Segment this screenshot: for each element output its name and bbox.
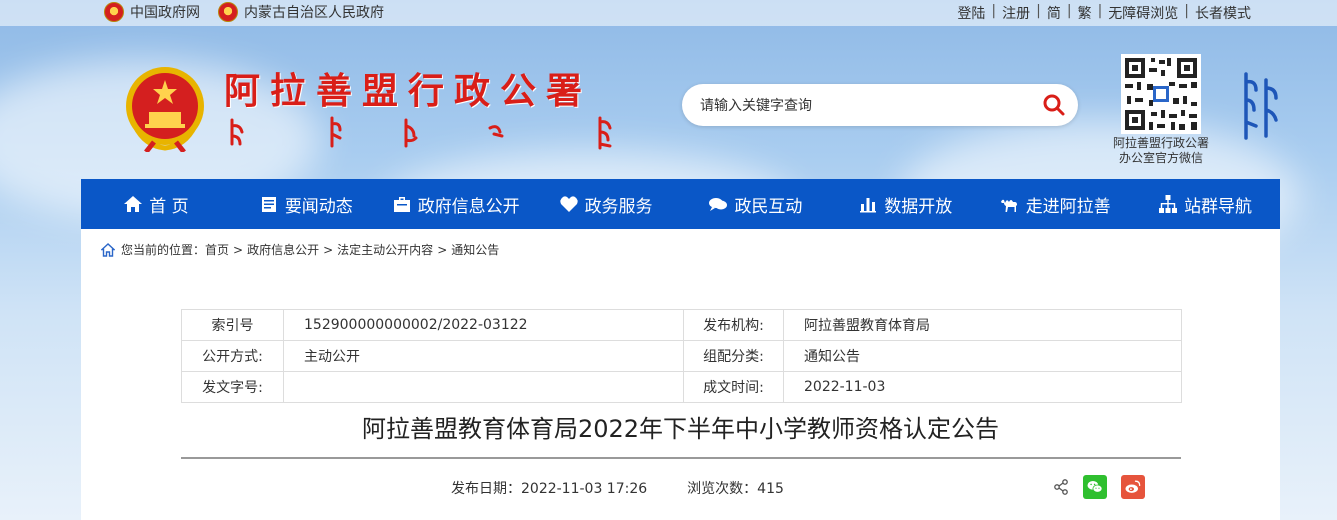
meta-label: 索引号 <box>181 309 284 341</box>
nav-services[interactable]: 政务服务 <box>531 179 681 229</box>
site-title: 阿拉善盟行政公署 <box>224 70 593 112</box>
top-links-right: 登陆 | 注册 | 简 | 繁 | 无障碍浏览 | 长者模式 <box>957 3 1251 23</box>
meta-value: 阿拉善盟教育体育局 <box>783 309 1182 341</box>
link-inner-mongolia-gov[interactable]: 内蒙古自治区人民政府 <box>218 2 384 22</box>
camel-icon <box>1000 199 1017 212</box>
document-meta-table: 索引号 152900000000002/2022-03122 发布机构: 阿拉善… <box>181 309 1182 403</box>
share-icon <box>1054 479 1068 495</box>
title-divider <box>181 457 1181 459</box>
wechat-qr-code <box>1121 54 1201 134</box>
nav-label: 走进阿拉善 <box>1025 196 1111 217</box>
search-icon[interactable] <box>1042 93 1066 117</box>
publish-date: 发布日期：2022-11-03 17:26 <box>451 481 648 497</box>
table-row: 公开方式: 主动公开 组配分类: 通知公告 <box>181 340 1182 372</box>
national-emblem-icon <box>104 2 124 22</box>
meta-value: 主动公开 <box>283 340 684 372</box>
nav-about-alxa[interactable]: 走进阿拉善 <box>980 179 1130 229</box>
home-icon <box>124 196 143 212</box>
qr-caption-line: 办公室官方微信 <box>1118 151 1203 165</box>
qr-caption: 阿拉善盟行政公署 办公室官方微信 <box>1104 136 1218 166</box>
accessibility-link[interactable]: 无障碍浏览 <box>1108 3 1178 23</box>
meta-label: 成文时间: <box>683 371 784 403</box>
top-links-left: 中国政府网 内蒙古自治区人民政府 <box>104 2 402 22</box>
breadcrumb-item[interactable]: 首页 <box>205 241 229 258</box>
sitemap-icon <box>1159 195 1178 213</box>
breadcrumb-item[interactable]: 通知公告 <box>451 241 499 258</box>
table-row: 发文字号: 成文时间: 2022-11-03 <box>181 371 1182 403</box>
meta-value: 通知公告 <box>783 340 1182 372</box>
meta-label: 发布机构: <box>683 309 784 341</box>
meta-value: 152900000000002/2022-03122 <box>283 309 684 341</box>
mongolian-script-logo <box>1244 72 1278 140</box>
table-row: 索引号 152900000000002/2022-03122 发布机构: 阿拉善… <box>181 309 1182 341</box>
breadcrumb-item[interactable]: 政府信息公开 <box>247 241 319 258</box>
share-weibo-button[interactable] <box>1121 475 1145 499</box>
nav-label: 首 页 <box>149 196 189 217</box>
meta-label: 发文字号: <box>181 371 284 403</box>
link-label: 中国政府网 <box>130 5 200 21</box>
nav-label: 政民互动 <box>734 196 803 217</box>
qr-caption-line: 阿拉善盟行政公署 <box>1112 136 1209 150</box>
meta-value: 2022-11-03 <box>783 371 1182 403</box>
breadcrumb-prefix: 您当前的位置： <box>121 243 206 257</box>
main-nav: 首 页 要闻动态 政府信息公开 政务服务 政民互动 数据开放 走进阿拉善 站群导… <box>81 179 1280 229</box>
weibo-icon <box>1125 480 1141 493</box>
home-icon <box>101 242 115 257</box>
search-input[interactable] <box>698 94 1032 118</box>
nav-gov-info[interactable]: 政府信息公开 <box>381 179 531 229</box>
national-emblem-icon <box>218 2 238 22</box>
document-title: 阿拉善盟教育体育局2022年下半年中小学教师资格认定公告 <box>361 415 1000 443</box>
simplified-link[interactable]: 简 <box>1047 3 1061 23</box>
mongolian-script-logo <box>230 116 612 150</box>
nav-open-data[interactable]: 数据开放 <box>830 179 980 229</box>
register-link[interactable]: 注册 <box>1002 3 1030 23</box>
nav-home[interactable]: 首 页 <box>81 179 231 229</box>
document-info: 发布日期：2022-11-03 17:26 浏览次数：415 <box>451 478 824 498</box>
info-icon <box>393 197 410 212</box>
national-emblem-logo <box>126 67 204 152</box>
breadcrumb: 您当前的位置： 首页 > 政府信息公开 > 法定主动公开内容 > 通知公告 <box>101 241 499 258</box>
nav-label: 政府信息公开 <box>417 196 520 217</box>
news-icon <box>261 197 276 212</box>
meta-value <box>283 371 684 403</box>
nav-label: 站群导航 <box>1184 196 1253 217</box>
nav-label: 数据开放 <box>884 196 953 217</box>
nav-site-group[interactable]: 站群导航 <box>1130 179 1280 229</box>
meta-label: 公开方式: <box>181 340 284 372</box>
service-icon <box>559 196 578 212</box>
traditional-link[interactable]: 繁 <box>1078 3 1092 23</box>
elder-mode-link[interactable]: 长者模式 <box>1195 3 1251 23</box>
link-china-gov[interactable]: 中国政府网 <box>104 2 200 22</box>
view-count: 浏览次数：415 <box>687 481 784 497</box>
share-wechat-button[interactable] <box>1083 475 1107 499</box>
breadcrumb-item[interactable]: 法定主动公开内容 <box>337 241 433 258</box>
chat-icon <box>709 198 728 211</box>
nav-news[interactable]: 要闻动态 <box>231 179 381 229</box>
nav-interaction[interactable]: 政民互动 <box>681 179 831 229</box>
wechat-icon <box>1087 481 1103 493</box>
share-bar <box>1053 475 1159 499</box>
login-link[interactable]: 登陆 <box>957 3 985 23</box>
nav-label: 政务服务 <box>584 196 653 217</box>
top-bar: 中国政府网 内蒙古自治区人民政府 登陆 | 注册 | 简 | 繁 | 无障碍浏览 | 长者… <box>0 0 1337 26</box>
chart-icon <box>860 198 877 213</box>
link-label: 内蒙古自治区人民政府 <box>244 5 384 21</box>
nav-label: 要闻动态 <box>284 196 353 217</box>
search-box <box>682 84 1078 126</box>
meta-label: 组配分类: <box>683 340 784 372</box>
content-panel: 您当前的位置： 首页 > 政府信息公开 > 法定主动公开内容 > 通知公告 索引号 1… <box>81 229 1280 520</box>
